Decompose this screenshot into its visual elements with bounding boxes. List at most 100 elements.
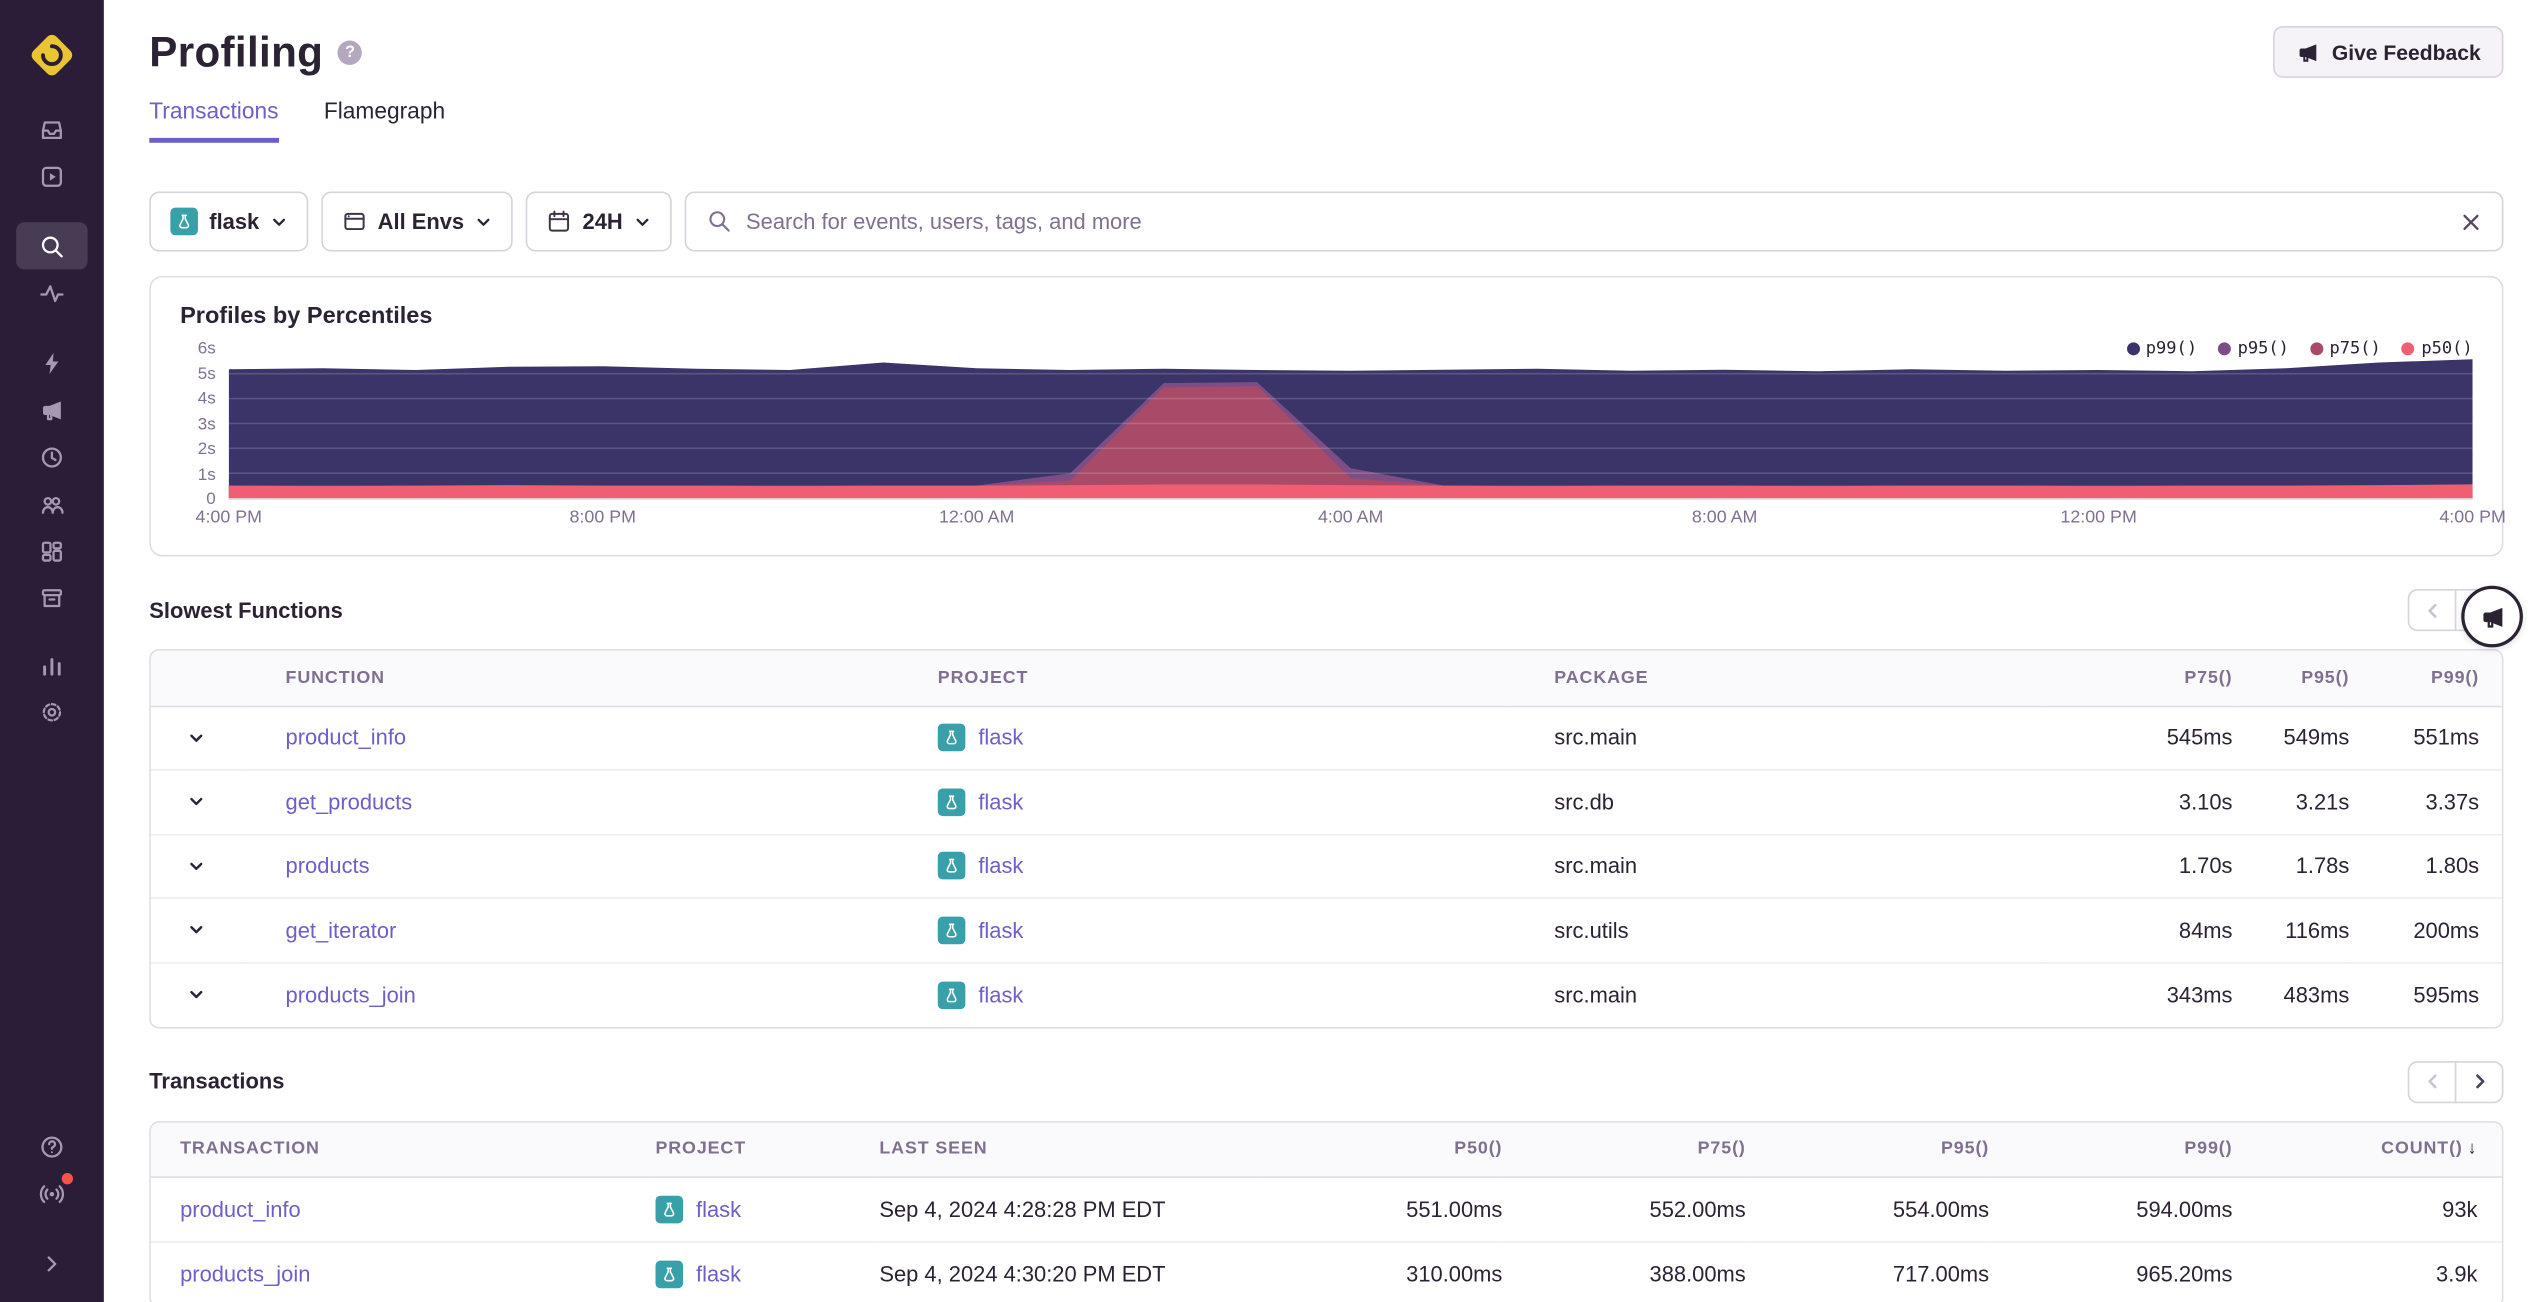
tab-bar: Transactions Flamegraph	[149, 97, 2503, 143]
clear-search-icon[interactable]	[2461, 212, 2480, 231]
chevron-down-icon	[636, 217, 649, 226]
function-link[interactable]: get_iterator	[286, 918, 397, 942]
tab-transactions[interactable]: Transactions	[149, 97, 279, 143]
sidebar-item-replays[interactable]	[16, 433, 87, 480]
p95-cell: 717.00ms	[1745, 1240, 1990, 1302]
project-link[interactable]: flask	[978, 918, 1023, 942]
transaction-link[interactable]: products_join	[180, 1261, 310, 1285]
table-row: get_products flask src.db 3.10s 3.21s 3.…	[150, 769, 2502, 834]
package-cell: src.utils	[1510, 897, 2046, 963]
function-link[interactable]: products	[286, 854, 370, 878]
next-page-button[interactable]	[2454, 1060, 2504, 1103]
sidebar-item-dashboards[interactable]	[16, 527, 87, 574]
p75-cell: 388.00ms	[1502, 1240, 1746, 1302]
sidebar-collapse-button[interactable]	[16, 1240, 87, 1287]
p75-cell: 552.00ms	[1649, 1196, 1746, 1222]
p99-cell: 3.37s	[2349, 769, 2502, 834]
function-link[interactable]: product_info	[286, 726, 407, 750]
sidebar-item-whats-new[interactable]	[16, 1170, 87, 1217]
expand-row-button[interactable]	[178, 912, 214, 948]
flask-project-icon	[655, 1259, 684, 1288]
p75-cell: 1.70s	[2045, 833, 2233, 899]
p75-cell: 3.10s	[2045, 769, 2233, 834]
project-link[interactable]: flask	[978, 854, 1023, 878]
chevron-right-icon	[2475, 1074, 2484, 1089]
p95-cell: 483ms	[2232, 961, 2350, 1027]
expand-row-button[interactable]	[178, 784, 214, 820]
p99-cell: 551ms	[2413, 725, 2480, 750]
project-link[interactable]: flask	[978, 790, 1023, 814]
package-cell: src.main	[1554, 725, 1638, 750]
sentry-logo[interactable]	[28, 31, 77, 80]
sidebar-nav	[16, 105, 88, 735]
expand-row-button[interactable]	[178, 848, 214, 884]
sidebar-item-settings[interactable]	[16, 688, 87, 735]
page-title: Profiling	[149, 26, 324, 76]
p95-cell: 116ms	[2232, 897, 2350, 963]
project-link[interactable]: flask	[696, 1197, 741, 1221]
column-header-count[interactable]: COUNT() ↓	[2232, 1121, 2502, 1178]
column-header-project: PROJECT	[893, 650, 1511, 707]
sidebar-item-help[interactable]	[16, 1123, 87, 1170]
search-icon	[709, 211, 730, 232]
percentiles-panel: Profiles by Percentiles p99() p95() p75() p…	[149, 275, 2506, 557]
sidebar-item-feedback[interactable]	[16, 386, 87, 433]
sidebar-item-user-feedback[interactable]	[16, 480, 87, 527]
slowest-functions-header: Slowest Functions	[149, 588, 2504, 632]
p50-cell: 551.00ms	[1406, 1196, 1503, 1222]
flask-project-icon	[937, 724, 966, 752]
clock-icon	[41, 446, 62, 467]
help-icon[interactable]: ?	[337, 39, 363, 65]
project-link[interactable]: flask	[696, 1261, 741, 1285]
sidebar-item-issues[interactable]	[16, 105, 87, 152]
column-header-p75: P75()	[2045, 650, 2233, 707]
expand-row-button[interactable]	[178, 977, 214, 1013]
project-selector[interactable]: flask	[149, 191, 308, 252]
performance-icon	[40, 284, 64, 302]
p99-cell: 1.80s	[2349, 833, 2502, 899]
chevron-down-icon	[477, 217, 490, 226]
x-axis-tick: 8:00 PM	[569, 507, 636, 528]
archive-icon	[41, 588, 62, 607]
project-selector-label: flask	[209, 209, 260, 234]
sidebar-item-search[interactable]	[16, 222, 88, 270]
p95-cell: 554.00ms	[1892, 1196, 1990, 1222]
table-header-row: FUNCTION PROJECT PACKAGE P75() P95() P99…	[150, 650, 2502, 707]
expand-row-button[interactable]	[178, 720, 214, 756]
sort-desc-icon: ↓	[2467, 1139, 2478, 1159]
function-link[interactable]: products_join	[286, 982, 416, 1006]
tab-flamegraph[interactable]: Flamegraph	[324, 97, 445, 142]
prev-page-button[interactable]	[2407, 588, 2457, 632]
p99-cell: 594.00ms	[2136, 1196, 2233, 1222]
search-input[interactable]	[746, 209, 2447, 234]
environment-icon	[344, 212, 365, 231]
p75-cell: 84ms	[2045, 897, 2233, 963]
x-axis-tick: 8:00 AM	[1691, 507, 1758, 528]
sidebar-item-releases[interactable]	[16, 574, 87, 621]
sidebar-item-performance[interactable]	[16, 269, 87, 316]
count-cell: 93k	[2442, 1196, 2478, 1222]
floating-feedback-button[interactable]	[2461, 585, 2523, 648]
date-range-selector[interactable]: 24H	[525, 191, 672, 252]
package-cell: src.db	[1510, 769, 2046, 834]
project-link[interactable]: flask	[978, 982, 1023, 1006]
sidebar-item-profiling[interactable]	[16, 339, 87, 386]
page-header: Profiling ? Give Feedback	[149, 25, 2504, 78]
project-link[interactable]: flask	[978, 726, 1023, 750]
flask-project-icon	[937, 788, 966, 816]
environment-selector[interactable]: All Envs	[320, 191, 513, 252]
search-bar	[684, 191, 2504, 252]
function-link[interactable]: get_products	[286, 790, 413, 814]
sidebar-item-projects[interactable]	[16, 153, 87, 200]
p95-cell: 3.21s	[2232, 769, 2350, 834]
section-title: Slowest Functions	[149, 597, 343, 623]
y-axis-tick: 5s	[197, 363, 216, 384]
y-axis-tick: 1s	[197, 464, 216, 484]
table-row: product_info flask src.main 545ms 549ms …	[151, 706, 2502, 770]
sidebar-item-stats[interactable]	[16, 641, 87, 688]
environment-selector-label: All Envs	[377, 209, 465, 234]
notification-dot	[61, 1173, 74, 1185]
prev-page-button[interactable]	[2407, 1060, 2457, 1103]
give-feedback-button[interactable]: Give Feedback	[2273, 25, 2504, 78]
transaction-link[interactable]: product_info	[180, 1197, 301, 1221]
